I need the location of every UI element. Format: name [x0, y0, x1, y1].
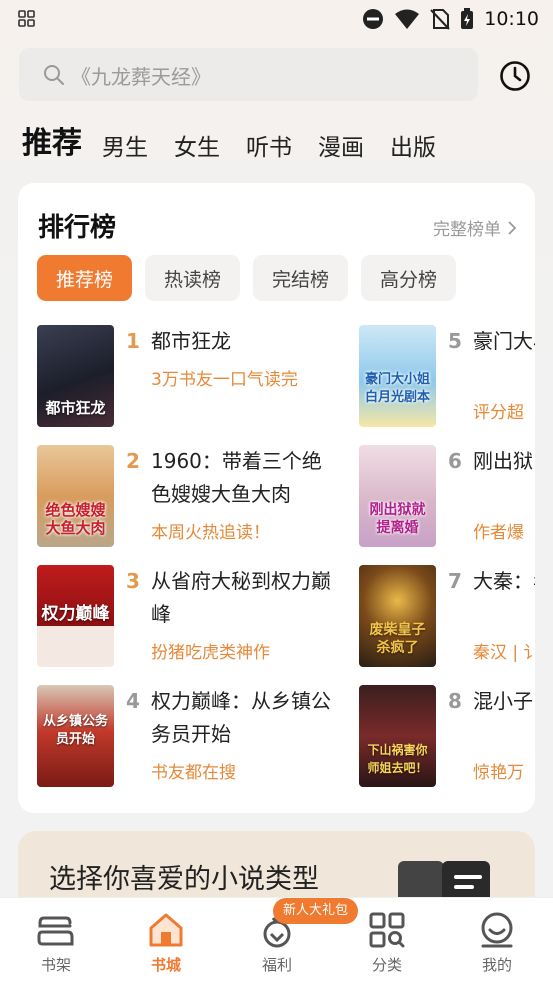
- book-cover: 下山祸害你师姐去吧！: [359, 685, 436, 787]
- cover-title: 豪门大小姐白月光剧本: [364, 372, 430, 405]
- category-grid-icon: [369, 912, 405, 948]
- profile-face-icon: [481, 912, 513, 948]
- ranking-column-2: 豪门大小姐白月光剧本 5 豪门大小姐，白月光 评分超 刚出狱就提离婚 6 刚出狱…: [359, 325, 535, 805]
- book-tag: 3万书友一口气读完: [151, 370, 298, 390]
- status-time: 10:10: [484, 8, 539, 30]
- book-item[interactable]: 都市狂龙 1 都市狂龙 3万书友一口气读完: [37, 325, 347, 445]
- book-cover: 废柴皇子杀疯了: [359, 565, 436, 667]
- book-cover: 从乡镇公务员开始: [37, 685, 114, 787]
- tab-publishing[interactable]: 出版: [390, 132, 436, 164]
- no-sim-icon: [430, 9, 450, 30]
- book-tag: 本周火热追读！: [151, 523, 270, 543]
- book-title: 从省府大秘到权力巅峰: [151, 569, 331, 626]
- nav-bookstore[interactable]: 书城: [126, 910, 206, 975]
- ranking-tab-high-score[interactable]: 高分榜: [361, 255, 457, 301]
- tab-male[interactable]: 男生: [102, 132, 148, 164]
- rank-number: 1: [126, 329, 140, 353]
- book-title: 混小子，师娘啊: [473, 689, 535, 713]
- book-cover: 刚出狱就提离婚: [359, 445, 436, 547]
- tab-recommend[interactable]: 推荐: [22, 124, 82, 164]
- cover-title: 绝色嫂嫂大鱼大肉: [45, 501, 106, 537]
- history-clock-icon[interactable]: [499, 60, 531, 92]
- full-ranking-label: 完整榜单: [433, 220, 501, 240]
- rank-number: 7: [448, 569, 462, 593]
- battery-charging-icon: [461, 8, 474, 29]
- tab-audiobook[interactable]: 听书: [246, 132, 292, 164]
- book-tag: 作者爆: [473, 523, 524, 543]
- ranking-tab-hot[interactable]: 热读榜: [145, 255, 241, 301]
- book-tag: 秦汉 | 讠: [473, 643, 535, 663]
- ranking-card: 排行榜 完整榜单 推荐榜 热读榜 完结榜 高分榜 都市狂龙 1 都市狂龙 3万书…: [18, 183, 535, 813]
- book-title: 都市狂龙: [151, 329, 231, 353]
- book-title: 权力巅峰：从乡镇公务员开始: [151, 689, 331, 746]
- rank-number: 3: [126, 569, 140, 593]
- book-cover: 都市狂龙: [37, 325, 114, 427]
- app-grid-icon: [18, 10, 35, 27]
- nav-label: 书城: [150, 956, 181, 974]
- cover-title: 权力巅峰: [41, 604, 110, 624]
- nav-label: 我的: [481, 956, 512, 974]
- book-title: 1960：带着三个绝色嫂嫂大鱼大肉: [151, 449, 322, 506]
- ranking-tabs: 推荐榜 热读榜 完结榜 高分榜: [37, 255, 457, 301]
- rank-number: 6: [448, 449, 462, 473]
- cover-title: 废柴皇子杀疯了: [369, 622, 426, 656]
- cover-title: 刚出狱就提离婚: [369, 502, 426, 536]
- new-user-gift-badge[interactable]: 新人大礼包: [273, 898, 359, 924]
- status-bar: 10:10: [0, 0, 553, 38]
- search-icon: [44, 65, 64, 85]
- home-icon: [149, 913, 183, 947]
- book-cover: 绝色嫂嫂大鱼大肉: [37, 445, 114, 547]
- book-item[interactable]: 下山祸害你师姐去吧！ 8 混小子，师娘啊 惊艳万: [359, 685, 535, 805]
- nav-category[interactable]: 分类: [347, 910, 427, 975]
- wifi-icon: [395, 9, 420, 29]
- book-tag: 书友都在搜: [151, 763, 236, 783]
- ranking-title: 排行榜: [38, 213, 117, 243]
- nav-bookshelf[interactable]: 书架: [16, 910, 96, 975]
- ranking-column-1: 都市狂龙 1 都市狂龙 3万书友一口气读完 绝色嫂嫂大鱼大肉 2 1960：带着…: [37, 325, 347, 805]
- do-not-disturb-icon: [363, 9, 384, 29]
- category-tabs: 推荐 男生 女生 听书 漫画 出版: [22, 118, 462, 164]
- book-item[interactable]: 废柴皇子杀疯了 7 大秦：年，废 秦汉 | 讠: [359, 565, 535, 685]
- book-title: 豪门大小姐，白月光: [473, 329, 535, 353]
- book-item[interactable]: 绝色嫂嫂大鱼大肉 2 1960：带着三个绝色嫂嫂大鱼大肉 本周火热追读！: [37, 445, 347, 565]
- ranking-tab-recommend[interactable]: 推荐榜: [37, 255, 133, 301]
- search-placeholder: 《九龙葬天经》: [71, 65, 211, 89]
- book-title: 刚出狱，渣父子: [473, 449, 535, 473]
- chevron-right-icon: [508, 220, 517, 235]
- rank-number: 4: [126, 689, 140, 713]
- bookshelf-icon: [37, 916, 74, 946]
- rank-number: 8: [448, 689, 462, 713]
- nav-mine[interactable]: 我的: [457, 910, 537, 975]
- rank-number: 2: [126, 449, 140, 473]
- nav-label: 书架: [40, 956, 71, 974]
- book-cover: 权力巅峰: [37, 565, 114, 667]
- cover-title: 从乡镇公务员开始: [42, 714, 108, 747]
- cover-title: 都市狂龙: [45, 399, 106, 417]
- book-title: 大秦：年，废: [473, 569, 535, 593]
- book-item[interactable]: 刚出狱就提离婚 6 刚出狱，渣父子 作者爆: [359, 445, 535, 565]
- nav-label: 分类: [371, 956, 402, 974]
- nav-label: 福利: [261, 956, 292, 974]
- tab-female[interactable]: 女生: [174, 132, 220, 164]
- book-cover: 豪门大小姐白月光剧本: [359, 325, 436, 427]
- full-ranking-link[interactable]: 完整榜单: [433, 215, 517, 240]
- cover-title: 下山祸害你师姐去吧！: [367, 743, 428, 775]
- book-item[interactable]: 豪门大小姐白月光剧本 5 豪门大小姐，白月光 评分超: [359, 325, 535, 445]
- ranking-tab-completed[interactable]: 完结榜: [253, 255, 349, 301]
- book-item[interactable]: 从乡镇公务员开始 4 权力巅峰：从乡镇公务员开始 书友都在搜: [37, 685, 347, 805]
- tab-comics[interactable]: 漫画: [318, 132, 364, 164]
- rank-number: 5: [448, 329, 462, 353]
- book-item[interactable]: 权力巅峰 3 从省府大秘到权力巅峰 扮猪吃虎类神作: [37, 565, 347, 685]
- book-tag: 评分超: [473, 403, 524, 423]
- book-tag: 惊艳万: [473, 763, 524, 783]
- search-bar[interactable]: 《九龙葬天经》: [19, 48, 478, 101]
- genre-banner-text: 选择你喜爱的小说类型: [49, 864, 319, 895]
- book-tag: 扮猪吃虎类神作: [151, 643, 270, 663]
